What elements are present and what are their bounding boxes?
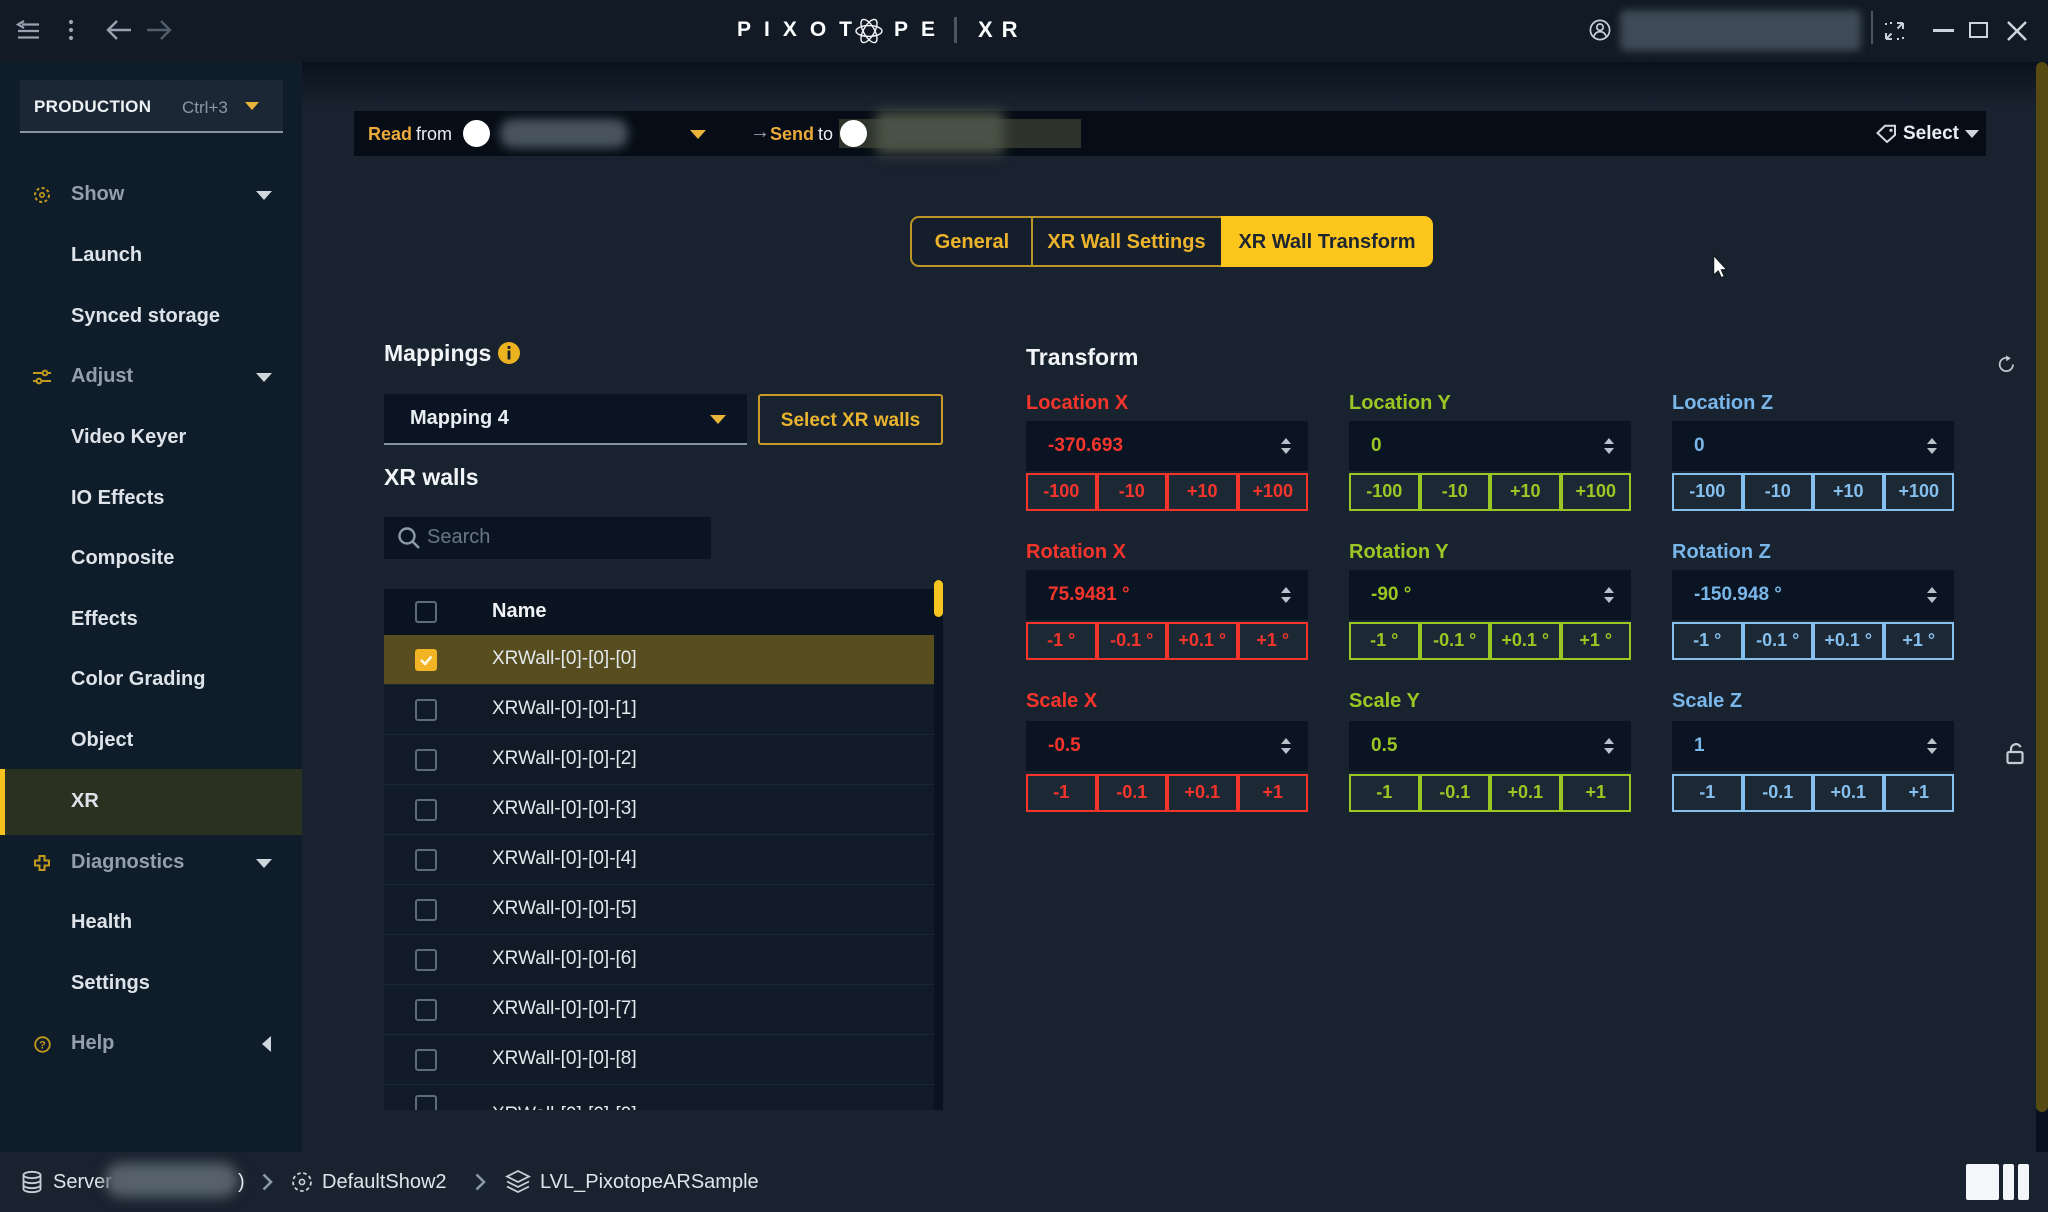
svg-text:?: ? — [39, 1040, 46, 1052]
